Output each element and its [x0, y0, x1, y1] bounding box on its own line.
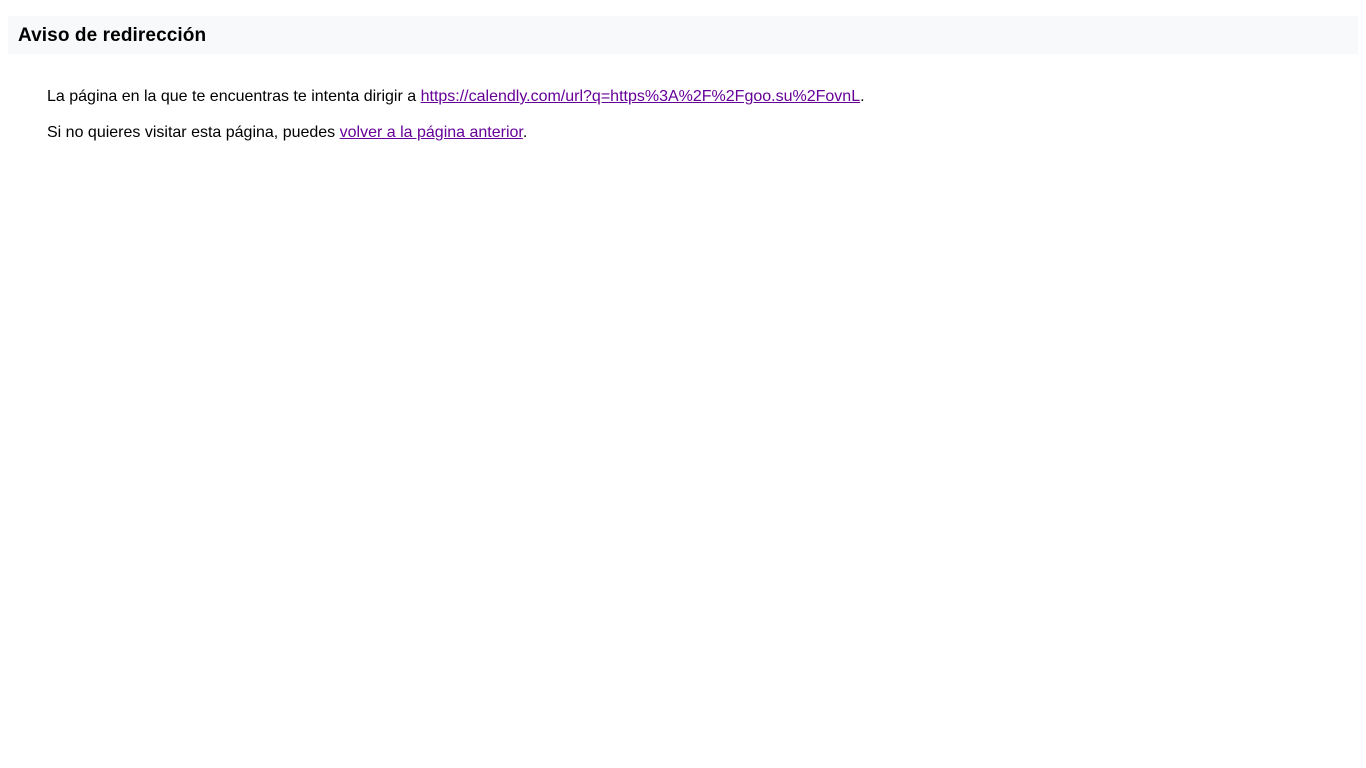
redirect-notice-page: Aviso de redirección La página en la que…	[0, 0, 1366, 768]
redirect-message: La página en la que te encuentras te int…	[47, 86, 1337, 108]
main-content: La página en la que te encuentras te int…	[47, 86, 1337, 144]
header-bar: Aviso de redirección	[8, 16, 1358, 54]
redirect-target-link[interactable]: https://calendly.com/url?q=https%3A%2F%2…	[421, 88, 861, 105]
back-link[interactable]: volver a la página anterior	[340, 124, 523, 141]
page-title: Aviso de redirección	[18, 24, 207, 46]
back-message-prefix: Si no quieres visitar esta página, puede…	[47, 124, 340, 141]
back-message-suffix: .	[522, 124, 528, 141]
back-message: Si no quieres visitar esta página, puede…	[47, 122, 1337, 144]
redirect-message-suffix: .	[860, 88, 865, 105]
redirect-message-prefix: La página en la que te encuentras te int…	[47, 88, 421, 105]
